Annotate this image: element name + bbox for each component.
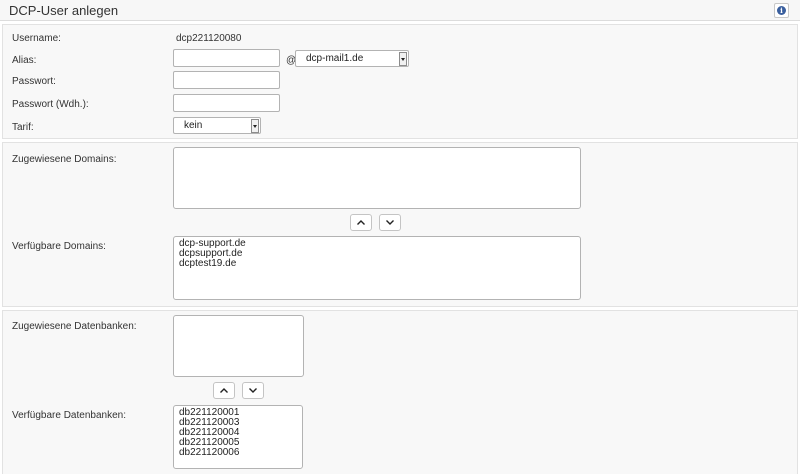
page-title: DCP-User anlegen bbox=[9, 3, 119, 18]
available-databases-list[interactable]: db221120001 db221120003 db221120004 db22112… bbox=[173, 405, 303, 469]
move-domain-down-button[interactable] bbox=[379, 214, 401, 231]
assigned-databases-label: Zugewiesene Datenbanken: bbox=[12, 321, 137, 332]
mail-domain-selected: dcp-mail1.de bbox=[306, 53, 364, 64]
username-value: dcp221120080 bbox=[176, 33, 242, 44]
move-database-up-button[interactable] bbox=[213, 382, 235, 399]
move-database-down-button[interactable] bbox=[242, 382, 264, 399]
mail-domain-select[interactable]: dcp-mail1.de bbox=[295, 50, 409, 67]
panel-header: DCP-User anlegen i bbox=[0, 0, 800, 21]
info-circle-icon: i bbox=[777, 6, 786, 15]
username-label: Username: bbox=[12, 33, 61, 44]
assigned-domains-list[interactable] bbox=[173, 147, 581, 209]
chevron-down-icon bbox=[249, 388, 257, 393]
alias-input[interactable] bbox=[173, 49, 280, 67]
select-arrow-icon bbox=[251, 119, 259, 133]
move-domain-up-button[interactable] bbox=[350, 214, 372, 231]
databases-section: Zugewiesene Datenbanken: Verfügbare Date… bbox=[2, 310, 798, 474]
chevron-up-icon bbox=[220, 388, 228, 393]
tariff-selected: kein bbox=[184, 120, 203, 131]
domains-section: Zugewiesene Domains: Verfügbare Domains:… bbox=[2, 142, 798, 307]
chevron-up-icon bbox=[357, 220, 365, 225]
select-arrow-icon bbox=[399, 52, 407, 66]
password-repeat-input[interactable] bbox=[173, 94, 280, 112]
available-domains-list[interactable]: dcp-support.de dcpsupport.de dcptest19.de bbox=[173, 236, 581, 300]
info-button[interactable]: i bbox=[774, 3, 789, 18]
password-label: Passwort: bbox=[12, 76, 56, 87]
tariff-label: Tarif: bbox=[12, 122, 34, 133]
tariff-select[interactable]: kein bbox=[173, 117, 261, 134]
available-domains-label: Verfügbare Domains: bbox=[12, 241, 106, 252]
alias-label: Alias: bbox=[12, 55, 37, 66]
list-item[interactable]: dcpsupport.de bbox=[179, 249, 575, 259]
user-details-section: Username: dcp221120080 Alias: @ dcp-mail… bbox=[2, 24, 798, 139]
assigned-domains-label: Zugewiesene Domains: bbox=[12, 154, 117, 165]
available-databases-label: Verfügbare Datenbanken: bbox=[12, 410, 126, 421]
password-repeat-label: Passwort (Wdh.): bbox=[12, 99, 89, 110]
list-item[interactable]: db221120006 bbox=[179, 448, 297, 458]
list-item[interactable]: dcptest19.de bbox=[179, 259, 575, 269]
chevron-down-icon bbox=[386, 220, 394, 225]
assigned-databases-list[interactable] bbox=[173, 315, 304, 377]
password-input[interactable] bbox=[173, 71, 280, 89]
